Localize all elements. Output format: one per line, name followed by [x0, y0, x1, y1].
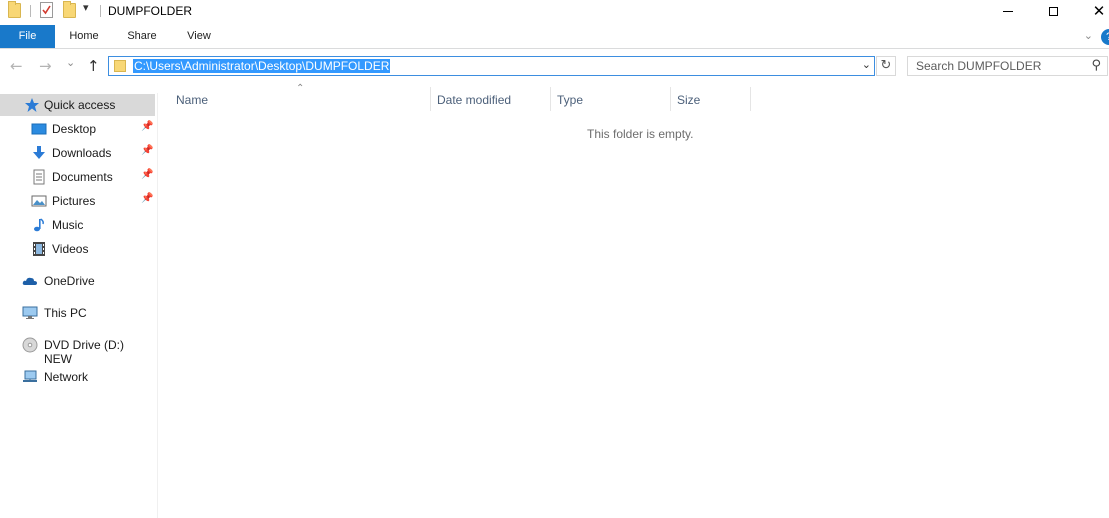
sidebar-item-downloads[interactable]: Downloads 📌 — [0, 142, 155, 164]
file-list[interactable]: ⌃ Name Date modified Type Size This fold… — [158, 83, 1109, 518]
properties-icon[interactable] — [40, 2, 53, 18]
new-folder-icon[interactable] — [63, 1, 76, 18]
column-header-date-modified[interactable]: Date modified — [437, 87, 547, 113]
address-dropdown-icon[interactable]: ⌄ — [862, 58, 871, 71]
column-divider[interactable] — [430, 87, 431, 111]
column-divider[interactable] — [750, 87, 751, 111]
column-header-name[interactable]: Name — [176, 87, 426, 113]
minimize-icon — [1003, 10, 1013, 12]
forward-icon[interactable]: → — [39, 57, 52, 75]
sidebar-item-label: This PC — [44, 306, 87, 320]
sidebar-item-desktop[interactable]: Desktop 📌 — [0, 118, 155, 140]
back-icon[interactable]: ← — [10, 57, 23, 75]
sidebar-item-label: Pictures — [52, 194, 96, 208]
downloads-icon — [33, 146, 45, 159]
help-icon[interactable]: ? — [1101, 29, 1109, 45]
column-divider[interactable] — [550, 87, 551, 111]
sidebar-item-label: DVD Drive (D:) NEW — [44, 338, 124, 366]
address-bar[interactable]: C:\Users\Administrator\Desktop\DUMPFOLDE… — [108, 56, 875, 76]
sidebar-item-label: Videos — [52, 242, 89, 256]
videos-icon — [33, 242, 45, 256]
pin-icon: 📌 — [141, 121, 154, 132]
pin-icon: 📌 — [141, 169, 154, 180]
column-header-size[interactable]: Size — [677, 87, 747, 113]
close-button[interactable]: ✕ — [1076, 0, 1109, 22]
sidebar-item-label: Documents — [52, 170, 113, 184]
sidebar-item-music[interactable]: Music — [0, 214, 155, 236]
address-path[interactable]: C:\Users\Administrator\Desktop\DUMPFOLDE… — [133, 59, 391, 73]
network-icon — [23, 370, 37, 382]
sidebar-item-onedrive[interactable]: OneDrive — [0, 270, 155, 292]
sidebar-item-documents[interactable]: Documents 📌 — [0, 166, 155, 188]
up-icon[interactable]: ↑ — [87, 57, 100, 75]
sidebar-item-this-pc[interactable]: This PC — [0, 302, 155, 324]
pin-icon: 📌 — [141, 145, 154, 156]
divider — [100, 5, 101, 17]
star-icon — [25, 98, 39, 112]
music-icon — [34, 218, 44, 232]
sidebar-item-videos[interactable]: Videos — [0, 238, 155, 260]
documents-icon — [33, 169, 45, 185]
expand-ribbon-icon[interactable]: ⌄ — [1084, 29, 1093, 42]
empty-folder-message: This folder is empty. — [587, 127, 694, 141]
maximize-icon — [1048, 6, 1058, 16]
search-icon[interactable]: ⚲ — [1091, 58, 1101, 73]
folder-icon — [8, 1, 21, 18]
column-header-type[interactable]: Type — [557, 87, 667, 113]
tab-home[interactable]: Home — [63, 25, 105, 48]
sidebar-item-label: OneDrive — [44, 274, 95, 288]
title-bar: ▾ DUMPFOLDER ✕ — [0, 0, 1109, 24]
search-box[interactable]: ⚲ — [907, 56, 1108, 76]
pin-icon: 📌 — [141, 193, 154, 204]
sidebar-item-pictures[interactable]: Pictures 📌 — [0, 190, 155, 212]
customize-toolbar-dropdown-icon[interactable]: ▾ — [83, 1, 89, 14]
divider — [30, 5, 31, 17]
sidebar-item-label: Network — [44, 370, 89, 384]
pictures-icon — [31, 195, 47, 207]
sidebar-item-label: Desktop — [52, 122, 97, 136]
navigation-bar: ← → ⌄ ↑ C:\Users\Administrator\Desktop\D… — [0, 49, 1109, 85]
sidebar-item-quick-access[interactable]: Quick access — [0, 94, 155, 116]
tab-share[interactable]: Share — [120, 25, 164, 48]
search-input[interactable] — [910, 58, 1092, 74]
window-title: DUMPFOLDER — [108, 4, 193, 18]
sidebar-item-label: Music — [52, 218, 84, 232]
tab-view[interactable]: View — [180, 25, 218, 48]
refresh-button[interactable]: ↻ — [876, 56, 896, 76]
sidebar-item-label: Downloads — [52, 146, 112, 160]
folder-icon — [114, 60, 126, 72]
sidebar-item-dvd-drive[interactable]: DVD Drive (D:) NEW — [0, 334, 155, 366]
refresh-icon: ↻ — [880, 58, 892, 73]
minimize-button[interactable] — [985, 0, 1031, 22]
tab-file[interactable]: File — [0, 25, 55, 48]
desktop-icon — [31, 123, 47, 135]
ribbon-tabs: File Home Share View ⌄ ? — [0, 25, 1109, 49]
close-icon: ✕ — [1092, 1, 1106, 20]
recent-locations-icon[interactable]: ⌄ — [66, 56, 75, 69]
maximize-button[interactable] — [1030, 0, 1076, 22]
sidebar-item-label: Quick access — [44, 98, 116, 112]
cloud-icon — [22, 277, 37, 285]
column-divider[interactable] — [670, 87, 671, 111]
computer-icon — [22, 306, 38, 319]
navigation-pane: Quick access Desktop 📌 Downloads 📌 Docum… — [0, 93, 158, 518]
sidebar-item-network[interactable]: Network — [0, 366, 155, 388]
dvd-icon — [22, 337, 38, 353]
